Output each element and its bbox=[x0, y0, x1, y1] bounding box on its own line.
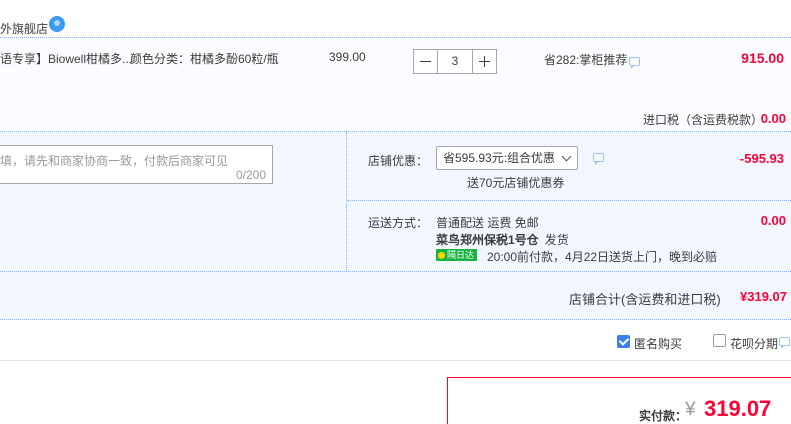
order-item-row: 语专享】Biowell柑橘多... 颜色分类：柑橘多酚60粒/瓶 399.00 … bbox=[0, 38, 791, 132]
lightning-icon bbox=[438, 252, 445, 259]
huabei-info-icon[interactable] bbox=[779, 337, 790, 349]
shop-summary-label: 店铺合计(含运费和进口税) bbox=[569, 292, 721, 307]
shop-summary: 店铺合计(含运费和进口税) ¥319.07 bbox=[0, 272, 791, 320]
actual-payment-label: 实付款： bbox=[639, 409, 688, 423]
quantity-increase-button[interactable] bbox=[472, 49, 497, 74]
promo-info-icon[interactable] bbox=[629, 57, 640, 69]
buyer-message-placeholder: 填，请先和商家协商一致，付款后商家可见 bbox=[0, 154, 229, 168]
next-day-badge: 隔日达 bbox=[436, 249, 478, 261]
quantity-input[interactable]: 3 bbox=[437, 49, 473, 74]
item-total-price: 915.00 bbox=[741, 50, 784, 66]
shop-discount-selected: 省595.93元:组合优惠 bbox=[443, 151, 556, 165]
shop-discount-label: 店铺优惠： bbox=[368, 154, 429, 168]
next-day-badge-text: 隔日达 bbox=[447, 250, 475, 260]
shop-header: 外旗舰店 bbox=[0, 0, 791, 38]
shipping-method: 普通配送 运费 免邮 bbox=[436, 216, 539, 230]
shop-name-link[interactable]: 外旗舰店 bbox=[0, 20, 48, 37]
chevron-down-icon bbox=[561, 151, 572, 162]
shop-discount-value: -595.93 bbox=[739, 151, 784, 166]
import-tax-label: 进口税（含运费税款） bbox=[643, 113, 764, 127]
anonymous-checkbox[interactable] bbox=[617, 335, 630, 348]
shop-discount-select[interactable]: 省595.93元:组合优惠 bbox=[436, 146, 578, 170]
order-extras-panel: 填，请先和商家协商一致，付款后商家可见 0/200 店铺优惠： 省595.93元… bbox=[0, 132, 791, 272]
shipping-eta: 20:00前付款，4月22日送货上门，晚到必赔 bbox=[487, 250, 718, 264]
discount-info-icon[interactable] bbox=[593, 153, 604, 165]
actual-payment-amount: 319.07 bbox=[704, 396, 772, 421]
coupon-hint: 送70元店铺优惠券 bbox=[467, 176, 565, 190]
huabei-checkbox[interactable] bbox=[713, 334, 726, 347]
shipping-warehouse: 菜鸟郑州保税1号仓 bbox=[436, 233, 539, 247]
buyer-message-counter: 0/200 bbox=[235, 168, 266, 182]
wangwang-chat-icon[interactable] bbox=[49, 16, 65, 32]
item-title-link[interactable]: 语专享】Biowell柑橘多... bbox=[0, 50, 132, 67]
shipping-label: 运送方式： bbox=[368, 216, 429, 230]
currency-symbol: ¥ bbox=[685, 399, 696, 420]
item-sku: 颜色分类：柑橘多酚60粒/瓶 bbox=[130, 52, 279, 66]
shipping-send: 发货 bbox=[544, 233, 569, 247]
quantity-stepper: 3 bbox=[413, 49, 497, 74]
minus-icon bbox=[420, 61, 431, 62]
order-options: 匿名购买 花呗分期 bbox=[0, 321, 791, 361]
huabei-label[interactable]: 花呗分期 bbox=[730, 335, 778, 352]
import-tax-value: 0.00 bbox=[760, 111, 786, 126]
anonymous-label[interactable]: 匿名购买 bbox=[634, 335, 682, 352]
column-divider bbox=[346, 132, 347, 272]
row-divider bbox=[347, 200, 791, 201]
buyer-message-textarea[interactable]: 填，请先和商家协商一致，付款后商家可见 0/200 bbox=[0, 145, 273, 184]
quantity-decrease-button[interactable] bbox=[413, 49, 438, 74]
actual-payment-box: 实付款： ¥ 319.07 bbox=[447, 377, 791, 424]
item-promo-text: 省282:掌柜推荐 bbox=[544, 53, 628, 67]
shipping-warehouse-line: 菜鸟郑州保税1号仓 发货 bbox=[436, 231, 569, 248]
plus-icon bbox=[484, 56, 485, 67]
shop-summary-value: ¥319.07 bbox=[740, 289, 787, 304]
shipping-fee: 0.00 bbox=[760, 213, 786, 228]
item-unit-price: 399.00 bbox=[329, 50, 366, 64]
